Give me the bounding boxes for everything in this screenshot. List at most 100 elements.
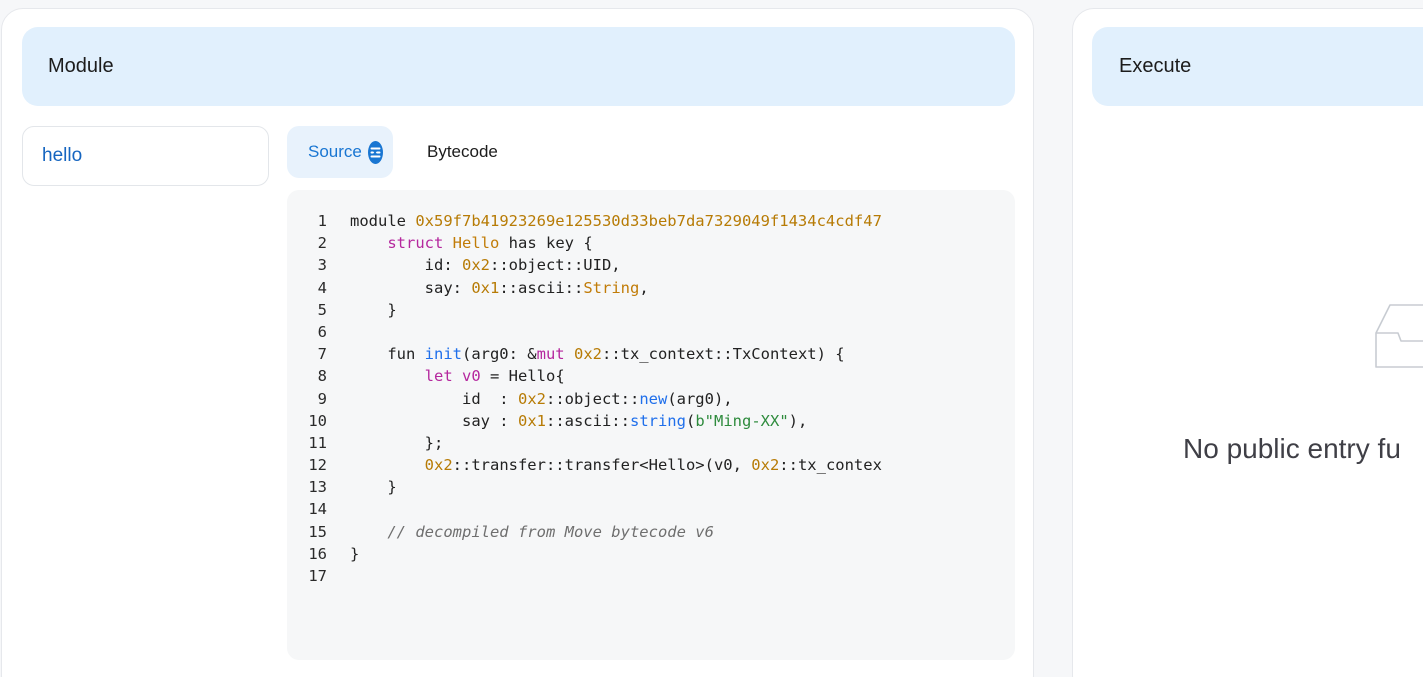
line-number: 16 (308, 544, 327, 563)
line-number: 7 (317, 345, 327, 364)
code-line: 3 id: 0x2::object::UID, (287, 254, 1015, 276)
code-token: ::object:: (545, 389, 640, 408)
code-token: new (639, 389, 668, 408)
line-number: 14 (308, 500, 327, 519)
line-text: id: 0x2::object::UID, (327, 254, 621, 276)
code-token: ( (685, 411, 696, 430)
code-token: ::ascii:: (545, 411, 630, 430)
line-text (327, 565, 350, 587)
code-token: // decompiled from Move bytecode v6 (387, 522, 714, 541)
code-token: String (583, 278, 640, 297)
source-code-viewer[interactable]: 1 module 0x59f7b41923269e125530d33beb7da7… (287, 190, 1015, 660)
code-token: ), (788, 411, 808, 430)
code-token: 0x1 (471, 278, 500, 297)
tab-source[interactable]: Source (287, 126, 393, 178)
code-token: module (350, 212, 416, 230)
line-number: 13 (308, 478, 327, 497)
code-token: ::tx_contex (779, 456, 882, 475)
line-text: // decompiled from Move bytecode v6 (327, 521, 714, 543)
code-token: id : (350, 389, 518, 408)
code-token: v0 (462, 367, 481, 386)
code-view-tabs: Source Bytecode (287, 126, 518, 178)
line-number: 3 (317, 256, 327, 275)
line-text: say : 0x1::ascii::string(b"Ming-XX"), (327, 410, 807, 432)
code-line: 10 say : 0x1::ascii::string(b"Ming-XX"), (287, 410, 1015, 432)
code-token: } (350, 478, 397, 497)
verified-badge-icon (367, 140, 383, 164)
line-number: 17 (308, 567, 327, 585)
line-text: fun init(arg0: &mut 0x2::tx_context::TxC… (327, 343, 845, 365)
code-token: say: (350, 278, 472, 297)
line-number: 8 (317, 367, 327, 386)
module-panel: Module hello Source Bytecode 1 module 0x5… (1, 8, 1034, 677)
code-token: init (424, 345, 462, 364)
code-token: , (639, 278, 649, 297)
code-line: 11 }; (287, 432, 1015, 454)
code-line: 13 } (287, 476, 1015, 498)
code-token: 0x59f7b41923269e125530d33beb7da7329049f1… (415, 212, 882, 230)
code-line: 17 (287, 565, 1015, 587)
code-token: ::object::UID, (489, 256, 621, 275)
code-line: 14 (287, 498, 1015, 520)
line-text: struct Hello has key { (327, 232, 592, 254)
code-token: struct (387, 234, 444, 253)
code-line: 5 } (287, 299, 1015, 321)
code-token: 0x2 (424, 456, 453, 475)
empty-state-message: No public entry fu (1183, 433, 1401, 464)
line-text: say: 0x1::ascii::String, (327, 277, 649, 299)
line-number: 4 (317, 278, 327, 297)
code-token: 0x2 (573, 345, 602, 364)
code-token: id: (350, 256, 462, 275)
line-number: 1 (317, 212, 327, 230)
tab-source-label: Source (308, 142, 362, 161)
code-token: 0x1 (517, 411, 546, 430)
module-panel-title: Module (48, 55, 114, 77)
execute-panel: Execute No public entry fu (1072, 8, 1423, 677)
code-token: (arg0: & (461, 345, 537, 364)
code-token: 0x2 (461, 256, 490, 275)
code-token: say : (350, 411, 518, 430)
code-line: 7 fun init(arg0: &mut 0x2::tx_context::T… (287, 343, 1015, 365)
source-code-lines: 1 module 0x59f7b41923269e125530d33beb7da7… (287, 210, 1015, 587)
line-number: 5 (317, 300, 327, 319)
line-text: } (327, 299, 397, 321)
module-list-item-hello[interactable]: hello (22, 126, 269, 186)
code-token: fun (350, 345, 425, 364)
code-line: 1 module 0x59f7b41923269e125530d33beb7da7… (287, 210, 1015, 232)
tab-bytecode[interactable]: Bytecode (407, 126, 518, 178)
line-text: module 0x59f7b41923269e125530d33beb7da73… (327, 210, 882, 232)
code-token: string (629, 411, 686, 430)
code-token: } (350, 300, 397, 319)
code-line: 12 0x2::transfer::transfer<Hello>(v0, 0x… (287, 454, 1015, 476)
line-number: 11 (308, 433, 327, 452)
code-line: 15 // decompiled from Move bytecode v6 (287, 521, 1015, 543)
line-text: }; (327, 432, 444, 454)
line-number: 2 (317, 234, 327, 253)
empty-inbox-icon (1368, 295, 1423, 380)
code-token: ::tx_context::TxContext) { (601, 345, 845, 364)
code-token: ::transfer::transfer<Hello>(v0, (452, 456, 752, 475)
line-text (327, 498, 350, 520)
module-panel-header: Module (22, 27, 1015, 106)
code-token: mut (536, 345, 565, 364)
execute-panel-header: Execute (1092, 27, 1423, 106)
code-line: 4 say: 0x1::ascii::String, (287, 277, 1015, 299)
line-text: } (327, 543, 359, 565)
line-text: let v0 = Hello{ (327, 365, 565, 387)
code-token: } (350, 544, 360, 563)
line-number: 9 (317, 389, 327, 408)
tab-bytecode-label: Bytecode (427, 142, 498, 161)
code-line: 6 (287, 321, 1015, 343)
module-item-label: hello (42, 145, 83, 166)
code-token: 0x2 (751, 456, 780, 475)
line-text: 0x2::transfer::transfer<Hello>(v0, 0x2::… (327, 454, 882, 476)
code-token: }; (350, 433, 444, 452)
line-number: 10 (308, 411, 327, 430)
code-token: ::ascii:: (499, 278, 584, 297)
